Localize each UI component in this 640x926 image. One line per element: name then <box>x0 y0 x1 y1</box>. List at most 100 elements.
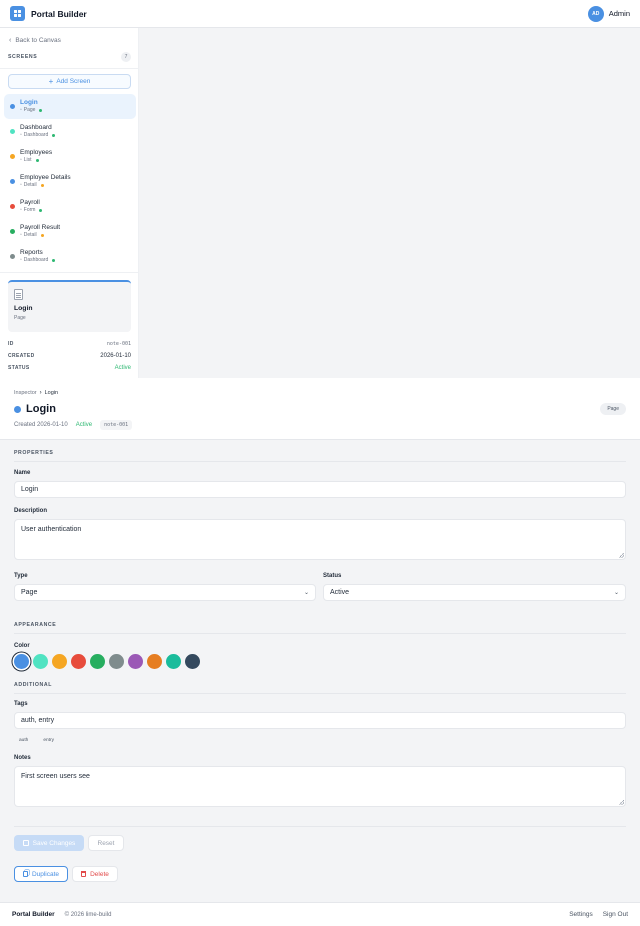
meta-value: Active <box>114 365 131 371</box>
color-swatch[interactable] <box>14 654 29 669</box>
screen-color-dot <box>10 129 15 134</box>
meta-row-id: ID note-001 <box>8 338 131 350</box>
screen-item-name: Payroll Result <box>20 224 61 231</box>
divider <box>14 826 626 827</box>
screen-color-dot <box>10 204 15 209</box>
screen-color-dot <box>10 229 15 234</box>
screen-type-icon: ▫ <box>20 207 22 213</box>
color-swatch[interactable] <box>166 654 181 669</box>
screen-color-dot <box>14 405 21 413</box>
screens-count-badge: 7 <box>121 52 131 62</box>
resize-handle-icon[interactable] <box>619 553 624 558</box>
created-text: Created 2026-01-10 <box>14 422 68 428</box>
save-changes-button[interactable]: Save Changes <box>14 835 84 851</box>
status-dot <box>39 209 43 212</box>
name-label: Name <box>14 470 31 476</box>
back-label: Back to Canvas <box>15 37 61 44</box>
footer-links: Settings Sign Out <box>569 911 628 918</box>
screen-item-name: Employee Details <box>20 174 71 181</box>
screen-item-name: Payroll <box>20 199 40 206</box>
color-swatch[interactable] <box>185 654 200 669</box>
meta-row-status: STATUS Active <box>8 362 131 374</box>
settings-link[interactable]: Settings <box>569 911 593 918</box>
meta-key: CREATED <box>8 353 35 359</box>
screen-item[interactable]: Employee Details ▫ Detail <box>4 169 136 194</box>
notes-value: First screen users see <box>21 773 90 780</box>
screen-item-text: Payroll Result ▫ Detail <box>20 224 60 239</box>
chevron-down-icon: ⌄ <box>613 590 619 596</box>
description-field[interactable]: User authentication <box>14 519 626 560</box>
properties-section-title: PROPERTIES <box>14 450 54 456</box>
screen-item-meta: ▫ Dashboard <box>20 257 56 264</box>
plus-icon: + <box>48 77 54 86</box>
save-label: Save Changes <box>32 839 76 847</box>
screen-item[interactable]: Dashboard ▫ Dashboard <box>4 119 136 144</box>
color-swatch[interactable] <box>147 654 162 669</box>
color-swatch[interactable] <box>128 654 143 669</box>
status-dot <box>52 259 56 262</box>
status-dot <box>35 159 39 162</box>
preview-type: Page <box>14 315 26 321</box>
screen-item[interactable]: Reports ▫ Dashboard <box>4 244 136 269</box>
type-label: Type <box>14 573 28 579</box>
color-swatch[interactable] <box>52 654 67 669</box>
screen-item[interactable]: Payroll ▫ Form <box>4 194 136 219</box>
color-swatch[interactable] <box>71 654 86 669</box>
screen-item-type: Detail <box>23 232 37 238</box>
screen-item-text: Payroll ▫ Form <box>20 199 43 214</box>
screen-item-meta: ▫ Page <box>20 107 43 114</box>
back-to-canvas-link[interactable]: ‹ Back to Canvas <box>9 37 61 44</box>
screen-item-meta: ▫ Detail <box>20 232 60 239</box>
user-menu[interactable]: AD Admin <box>587 5 630 22</box>
screen-item-type: Dashboard <box>23 132 49 138</box>
app-title: Portal Builder <box>31 8 87 19</box>
screen-item[interactable]: Login ▫ Page <box>4 94 136 119</box>
add-screen-label: Add Screen <box>56 78 91 85</box>
color-swatch[interactable] <box>109 654 124 669</box>
screen-type-icon: ▫ <box>20 107 22 113</box>
type-value: Page <box>21 589 38 596</box>
status-select[interactable]: Active ⌄ <box>323 584 626 601</box>
screen-item[interactable]: Employees ▫ List <box>4 144 136 169</box>
divider <box>14 461 626 462</box>
delete-button[interactable]: Delete <box>72 866 118 882</box>
tags-field[interactable]: auth, entry <box>14 712 626 729</box>
breadcrumb: Inspector › Login <box>14 390 58 396</box>
screen-color-dot <box>10 104 15 109</box>
breadcrumb-root[interactable]: Inspector <box>14 390 37 396</box>
description-value: User authentication <box>21 526 82 533</box>
avatar[interactable]: AD <box>587 5 604 22</box>
sign-out-link[interactable]: Sign Out <box>603 911 628 918</box>
user-name[interactable]: Admin <box>609 9 630 18</box>
notes-field[interactable]: First screen users see <box>14 766 626 807</box>
color-swatch[interactable] <box>33 654 48 669</box>
tag-chip[interactable]: entry <box>38 735 60 745</box>
name-field[interactable]: Login <box>14 481 626 498</box>
type-select[interactable]: Page ⌄ <box>14 584 316 601</box>
document-icon <box>14 289 23 300</box>
screen-item-name: Reports <box>20 249 43 256</box>
divider <box>14 693 626 694</box>
add-screen-button[interactable]: + Add Screen <box>8 74 131 89</box>
trash-icon <box>81 871 87 877</box>
screen-item-meta: ▫ List <box>20 157 52 164</box>
status-value: Active <box>330 589 350 596</box>
app-logo-icon[interactable] <box>10 6 25 21</box>
screen-item-type: Detail <box>23 182 37 188</box>
page-title: Login <box>26 403 56 415</box>
screen-item[interactable]: Payroll Result ▫ Detail <box>4 219 136 244</box>
type-badge: Page <box>600 403 626 415</box>
appearance-section-title: APPEARANCE <box>14 622 57 628</box>
resize-handle-icon[interactable] <box>619 800 624 805</box>
duplicate-button[interactable]: Duplicate <box>14 866 68 882</box>
screen-item-text: Dashboard ▫ Dashboard <box>20 124 56 139</box>
screen-color-dot <box>10 179 15 184</box>
description-label: Description <box>14 508 48 514</box>
reset-button[interactable]: Reset <box>88 835 124 851</box>
chevron-right-icon: › <box>39 390 42 396</box>
inspector-header: Inspector › Login Login Page Created 202… <box>0 378 640 440</box>
color-swatch[interactable] <box>90 654 105 669</box>
screen-item-name: Login <box>20 99 38 106</box>
breadcrumb-current: Login <box>44 390 59 396</box>
tag-chip[interactable]: auth <box>14 735 34 745</box>
